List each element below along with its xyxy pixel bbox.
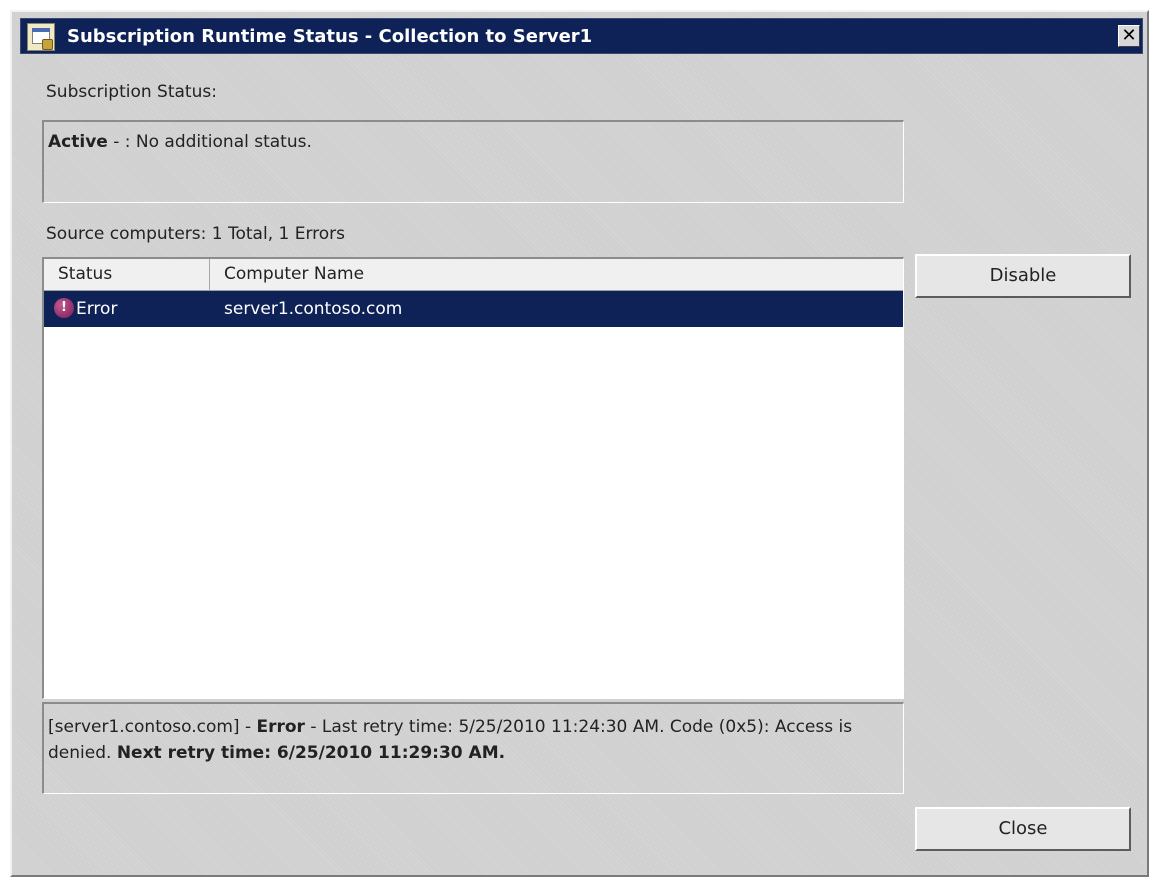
subscription-status-message: No additional status.	[135, 132, 312, 152]
error-icon: !	[54, 298, 74, 318]
source-computers-list[interactable]: Status Computer Name ! Error server1.con…	[42, 257, 904, 699]
status-separator: - :	[107, 132, 136, 152]
subscription-runtime-status-dialog: Subscription Runtime Status - Collection…	[10, 10, 1149, 877]
subscription-state: Active	[48, 132, 108, 152]
error-detail-box: [server1.contoso.com] - Error - Last ret…	[42, 702, 904, 794]
column-header-status[interactable]: Status	[44, 259, 210, 291]
source-computers-label: Source computers: 1 Total, 1 Errors	[46, 224, 346, 244]
event-viewer-icon	[27, 23, 55, 51]
table-row[interactable]: ! Error server1.contoso.com	[44, 291, 903, 327]
detail-next-retry: Next retry time: 6/25/2010 11:29:30 AM.	[116, 743, 506, 763]
close-button[interactable]: Close	[915, 807, 1131, 851]
close-icon[interactable]: ✕	[1118, 25, 1140, 47]
subscription-status-label: Subscription Status:	[46, 82, 217, 102]
subscription-status-box: Active - : No additional status.	[42, 120, 904, 203]
column-header-computer-name[interactable]: Computer Name	[210, 259, 900, 291]
row-computer-name: server1.contoso.com	[224, 299, 403, 319]
row-status: Error	[76, 299, 118, 319]
title-bar[interactable]: Subscription Runtime Status - Collection…	[20, 18, 1143, 54]
list-header: Status Computer Name	[44, 259, 903, 291]
detail-status: Error	[256, 717, 305, 737]
window-title: Subscription Runtime Status - Collection…	[67, 26, 593, 47]
disable-button[interactable]: Disable	[915, 254, 1131, 298]
detail-host: [server1.contoso.com] -	[48, 717, 257, 737]
